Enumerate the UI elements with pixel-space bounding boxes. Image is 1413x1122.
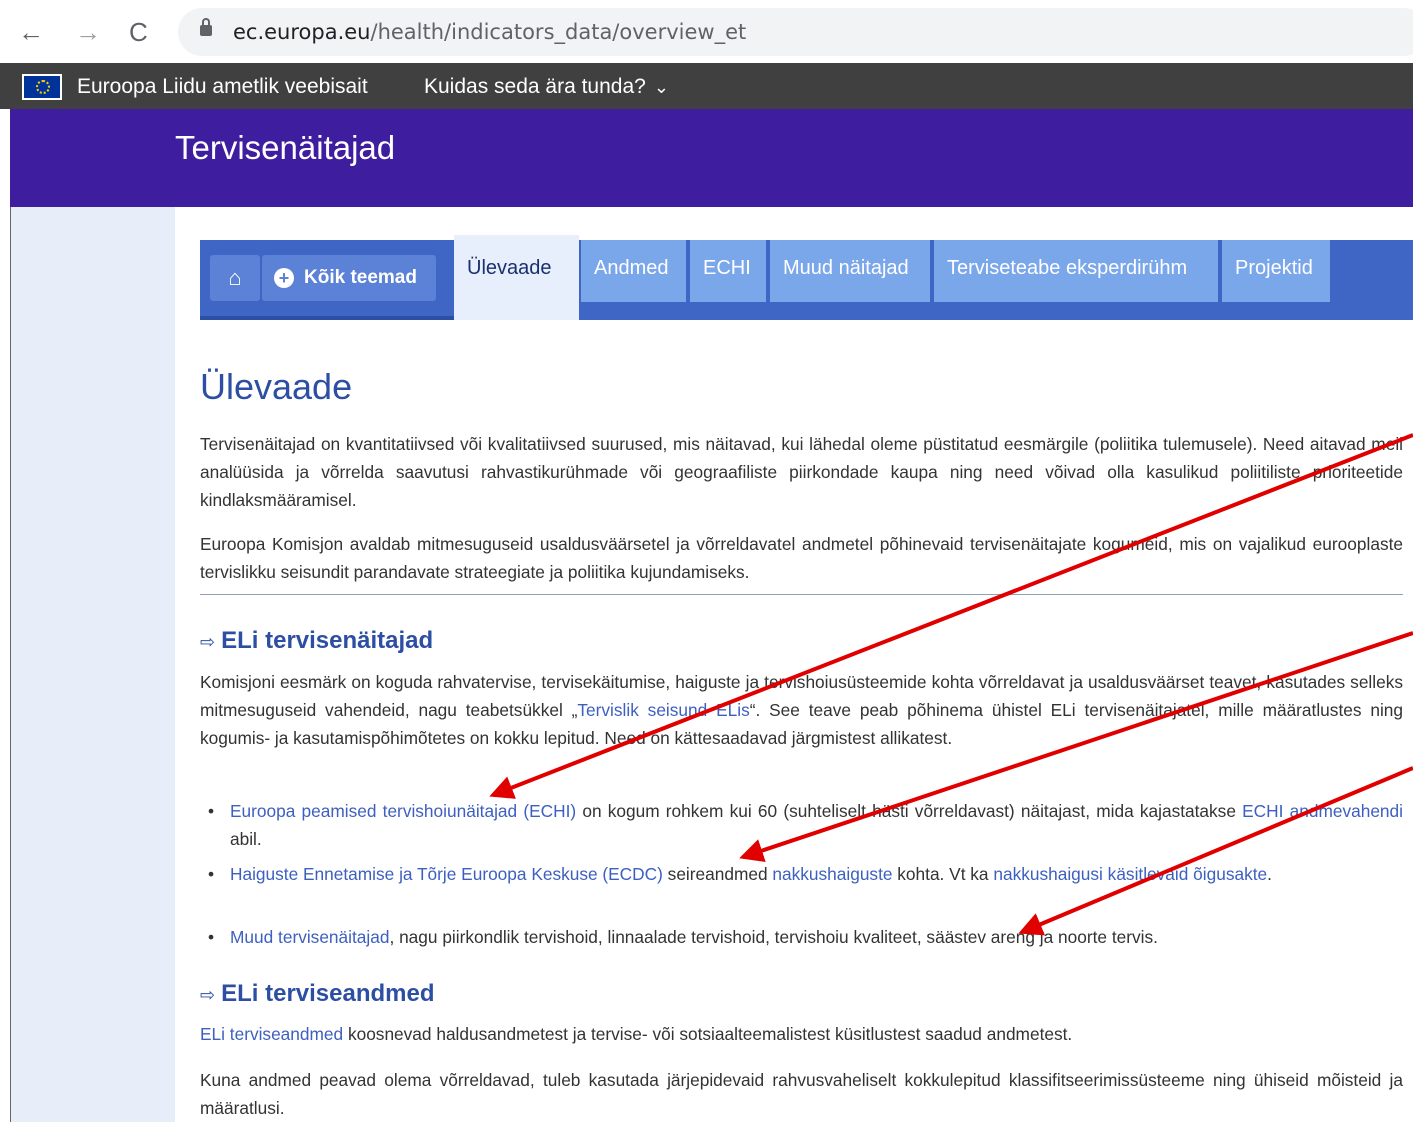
lock-icon[interactable] <box>200 18 212 36</box>
eu-flag-icon <box>22 74 62 100</box>
echi-link[interactable]: Euroopa peamised tervishoiunäitajad (ECH… <box>230 801 576 821</box>
reload-icon[interactable]: C <box>129 17 148 47</box>
section-heading-eu-health-data: ⇨ ELi terviseandmed <box>200 980 435 1008</box>
tab-overview[interactable]: Ülevaade <box>454 235 579 320</box>
commission-paragraph: Euroopa Komisjon avaldab mitmesuguseid u… <box>200 534 1403 582</box>
section-heading-eu-indicators: ⇨ ELi tervisenäitajad <box>200 627 433 655</box>
url-domain: ec.europa.eu <box>233 20 371 44</box>
browser-toolbar: ← → C ec.europa.eu/health/indicators_dat… <box>0 0 1413 63</box>
home-icon: ⌂ <box>228 265 242 290</box>
site-header: Tervisenäitajad <box>10 109 1413 207</box>
intro-paragraph: Tervisenäitajad on kvantitatiivsed või k… <box>200 434 1403 510</box>
list-item-text: abil. <box>230 829 262 849</box>
ecdc-link[interactable]: Haiguste Ennetamise ja Tõrje Euroopa Kes… <box>230 864 663 884</box>
page-border <box>10 207 11 1122</box>
tab-expert-group[interactable]: Terviseteabe eksperdirühm <box>934 240 1220 302</box>
eu-health-data-link[interactable]: ELi terviseandmed <box>200 1024 343 1044</box>
plus-circle-icon: + <box>274 268 294 288</box>
bullet: • <box>208 864 215 884</box>
list-item: • Euroopa peamised tervishoiunäitajad (EC… <box>200 797 1403 853</box>
arrow-right-icon: ⇨ <box>200 985 216 1005</box>
all-topics-button[interactable]: + Kõik teemad <box>262 255 436 301</box>
echi-tool-link[interactable]: ECHI andmevahendi <box>1242 801 1403 821</box>
eu-official-bar: Euroopa Liidu ametlik veebisait Kuidas s… <box>0 63 1413 109</box>
back-arrow-icon[interactable]: ← <box>18 17 44 47</box>
legislation-link[interactable]: nakkushaigusi käsitlevaid õigusakte <box>993 864 1267 884</box>
how-to-recognize-toggle[interactable]: Kuidas seda ära tunda? ⌄ <box>424 75 669 99</box>
list-item-text: on kogum rohkem kui 60 (suhteliselt häst… <box>576 801 1243 821</box>
list-item-text: . <box>1267 864 1272 884</box>
list-item: • Haiguste Ennetamise ja Tõrje Euroopa Ke… <box>200 860 1403 888</box>
how-to-recognize-label: Kuidas seda ära tunda? <box>424 75 646 98</box>
section-heading-eu-health-data-text: ELi terviseandmed <box>221 980 435 1007</box>
forward-arrow-icon[interactable]: → <box>75 17 101 47</box>
chevron-down-icon: ⌄ <box>653 77 669 97</box>
indicators-paragraph: Komisjoni eesmärk on koguda rahvatervise… <box>200 668 1403 752</box>
bullet: • <box>208 927 215 947</box>
health-data-text: koosnevad haldusandmetest ja tervise- võ… <box>343 1024 1073 1044</box>
tab-navigation-bottom <box>200 316 454 320</box>
tab-echi[interactable]: ECHI <box>690 240 768 302</box>
other-indicators-link[interactable]: Muud tervisenäitajad <box>230 927 389 947</box>
left-margin <box>10 207 175 1122</box>
list-item-text: seireandmed <box>662 864 773 884</box>
home-button[interactable]: ⌂ <box>210 255 260 301</box>
list-item-text: kohta. Vt ka <box>892 864 994 884</box>
page-title: Ülevaade <box>200 366 353 407</box>
all-topics-label: Kõik teemad <box>304 267 417 288</box>
tab-projects[interactable]: Projektid <box>1222 240 1332 302</box>
url-text[interactable]: ec.europa.eu/health/indicators_data/over… <box>233 20 746 44</box>
section-heading-eu-indicators-text: ELi tervisenäitajad <box>221 627 434 654</box>
tab-other-indicators[interactable]: Muud näitajad <box>770 240 932 302</box>
site-title[interactable]: Tervisenäitajad <box>175 129 395 167</box>
address-bar[interactable]: ec.europa.eu/health/indicators_data/over… <box>178 8 1413 56</box>
classification-paragraph: Kuna andmed peavad olema võrreldavad, tu… <box>200 1070 1403 1118</box>
health-data-paragraph: ELi terviseandmed koosnevad haldusandmet… <box>200 1020 1403 1048</box>
bullet: • <box>208 801 215 821</box>
arrow-right-icon: ⇨ <box>200 632 216 652</box>
state-of-health-link[interactable]: Tervislik seisund ELis <box>577 700 749 720</box>
list-item-text: , nagu piirkondlik tervishoid, linnaalad… <box>389 927 1158 947</box>
eu-official-text: Euroopa Liidu ametlik veebisait <box>77 75 368 98</box>
list-item: • Muud tervisenäitajad, nagu piirkondlik … <box>200 923 1403 951</box>
communicable-diseases-link[interactable]: nakkushaiguste <box>772 864 892 884</box>
tab-data[interactable]: Andmed <box>581 240 688 302</box>
divider <box>200 594 1403 595</box>
url-path: /health/indicators_data/overview_et <box>370 20 747 44</box>
